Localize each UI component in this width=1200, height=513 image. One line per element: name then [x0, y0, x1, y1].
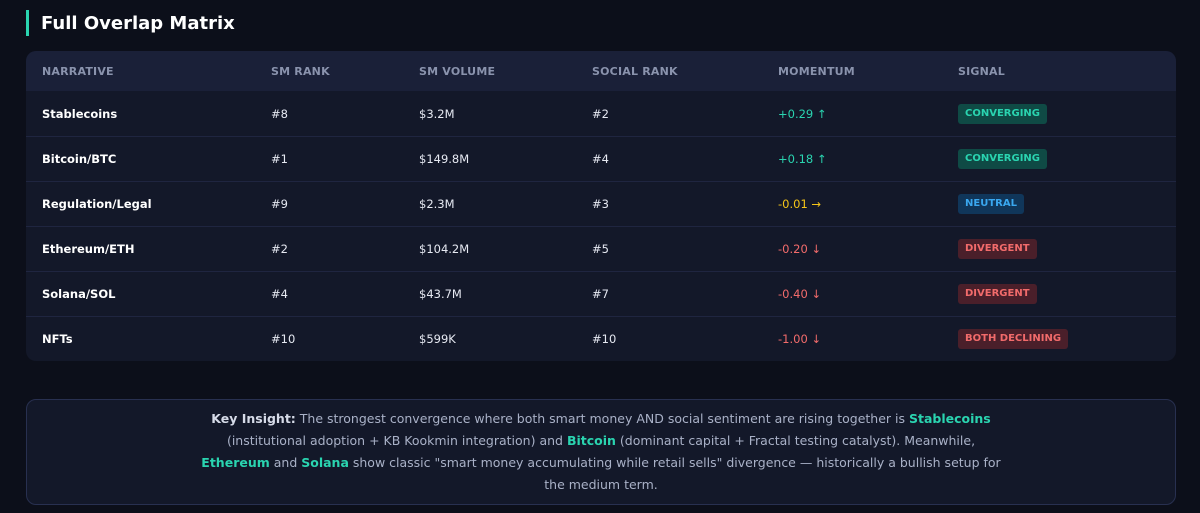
signal-badge: NEUTRAL [958, 194, 1024, 214]
sm-rank-cell: #9 [271, 197, 288, 211]
header-sm-volume: SM VOLUME [419, 64, 496, 78]
insight-text-4: and [269, 455, 302, 470]
signal-cell: CONVERGING [958, 149, 1047, 169]
signal-cell: NEUTRAL [958, 194, 1024, 214]
momentum-cell: +0.29 ↑ [778, 106, 827, 121]
section-title: Full Overlap Matrix [26, 10, 235, 36]
table-row: Regulation/Legal #9 $2.3M #3 -0.01 → NEUTRAL [26, 181, 1176, 226]
overlap-matrix-table: NARRATIVE SM RANK SM VOLUME SOCIAL RANK … [26, 51, 1176, 361]
social-rank-cell: #7 [592, 287, 609, 301]
signal-cell: DIVERGENT [958, 239, 1037, 259]
signal-cell: CONVERGING [958, 103, 1047, 124]
momentum-cell: -0.20 ↓ [778, 242, 822, 256]
insight-text-5: show classic "smart money accumulating w… [348, 455, 1001, 492]
sm-rank-cell: #4 [271, 287, 288, 301]
header-narrative: NARRATIVE [42, 64, 114, 78]
momentum-cell: -0.40 ↓ [778, 287, 822, 301]
momentum-cell: -0.01 → [778, 197, 822, 211]
signal-cell: BOTH DECLINING [958, 329, 1069, 349]
sm-volume-cell: $2.3M [419, 197, 455, 211]
signal-badge: DIVERGENT [958, 239, 1037, 259]
section-title-text: Full Overlap Matrix [41, 12, 235, 34]
social-rank-cell: #4 [592, 152, 609, 166]
table-header: NARRATIVE SM RANK SM VOLUME SOCIAL RANK … [26, 51, 1176, 91]
table-row: Solana/SOL #4 $43.7M #7 -0.40 ↓ DIVERGENT [26, 271, 1176, 316]
sm-rank-cell: #2 [271, 242, 288, 256]
table-row: Bitcoin/BTC #1 $149.8M #4 +0.18 ↑ CONVERGING [26, 136, 1176, 181]
highlight-stablecoins: Stablecoins [908, 411, 991, 426]
narrative-cell: NFTs [42, 332, 73, 346]
signal-badge: BOTH DECLINING [958, 329, 1069, 349]
table-row: Stablecoins #8 $3.2M #2 +0.29 ↑ CONVERGING [26, 91, 1176, 136]
insight-text-2: (institutional adoption + KB Kookmin int… [226, 433, 567, 448]
sm-rank-cell: #10 [271, 332, 296, 346]
sm-volume-cell: $3.2M [419, 106, 455, 121]
key-insight-panel: Key Insight: The strongest convergence w… [26, 399, 1176, 505]
highlight-solana: Solana [301, 455, 349, 470]
sm-volume-cell: $43.7M [419, 287, 462, 301]
social-rank-cell: #3 [592, 197, 609, 211]
sm-rank-cell: #8 [271, 106, 288, 121]
insight-text-1: The strongest convergence where both sma… [295, 411, 909, 426]
social-rank-cell: #2 [592, 106, 609, 121]
sm-volume-cell: $599K [419, 332, 456, 346]
signal-badge: CONVERGING [958, 103, 1047, 124]
table-row: NFTs #10 $599K #10 -1.00 ↓ BOTH DECLINING [26, 316, 1176, 361]
momentum-cell: +0.18 ↑ [778, 152, 827, 166]
highlight-ethereum: Ethereum [201, 455, 270, 470]
header-signal: SIGNAL [958, 64, 1005, 78]
header-social-rank: SOCIAL RANK [592, 64, 678, 78]
signal-cell: DIVERGENT [958, 284, 1037, 304]
header-sm-rank: SM RANK [271, 64, 330, 78]
key-insight-text: Key Insight: The strongest convergence w… [197, 408, 1005, 496]
social-rank-cell: #10 [592, 332, 617, 346]
narrative-cell: Regulation/Legal [42, 197, 152, 211]
social-rank-cell: #5 [592, 242, 609, 256]
header-momentum: MOMENTUM [778, 64, 855, 78]
narrative-cell: Stablecoins [42, 106, 118, 121]
sm-volume-cell: $149.8M [419, 152, 470, 166]
narrative-cell: Solana/SOL [42, 287, 116, 301]
momentum-cell: -1.00 ↓ [778, 332, 822, 346]
table-row: Ethereum/ETH #2 $104.2M #5 -0.20 ↓ DIVERGENT [26, 226, 1176, 271]
key-insight-lead: Key Insight: [211, 411, 296, 426]
sm-volume-cell: $104.2M [419, 242, 470, 256]
signal-badge: CONVERGING [958, 149, 1047, 169]
insight-text-3: (dominant capital + Fractal testing cata… [615, 433, 976, 448]
sm-rank-cell: #1 [271, 152, 288, 166]
signal-badge: DIVERGENT [958, 284, 1037, 304]
narrative-cell: Bitcoin/BTC [42, 152, 117, 166]
narrative-cell: Ethereum/ETH [42, 242, 135, 256]
highlight-bitcoin: Bitcoin [566, 433, 616, 448]
